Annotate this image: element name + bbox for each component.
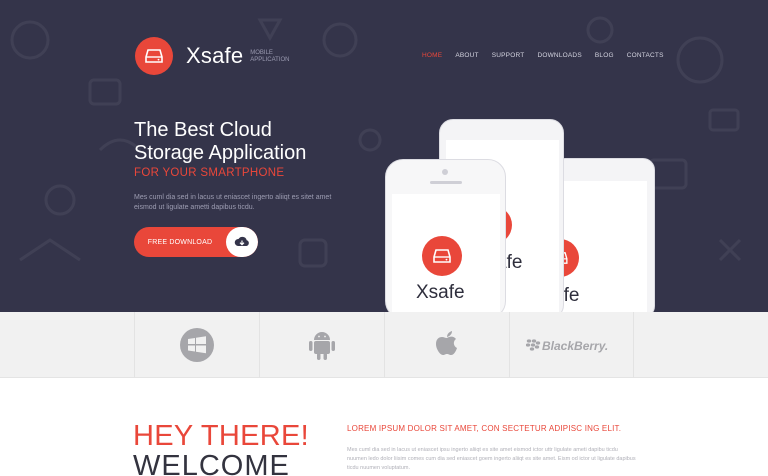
nav-item-contacts[interactable]: CONTACTS: [627, 52, 664, 59]
welcome-heading-line1: HEY THERE!: [133, 420, 309, 452]
phone-front: Xsafe: [385, 159, 506, 320]
nav-item-about[interactable]: ABOUT: [455, 52, 478, 59]
welcome-subheading: LOREM IPSUM DOLOR SIT AMET, CON SECTETUR…: [347, 424, 622, 433]
tablet-right: afe: [553, 158, 655, 321]
platform-apple[interactable]: [384, 312, 508, 378]
hero-subtitle: FOR YOUR SMARTPHONE: [134, 167, 285, 179]
nav-item-support[interactable]: SUPPORT: [492, 52, 525, 59]
platforms-bar: BlackBerry.: [0, 312, 768, 378]
welcome-heading-line2: WELCOME: [133, 450, 290, 476]
phone-camera: [442, 169, 448, 175]
phone-front-screen: Xsafe: [392, 194, 500, 320]
app-logo-icon: [422, 236, 462, 276]
hero-title: The Best Cloud Storage Application: [134, 119, 306, 165]
main-nav: HOME ABOUT SUPPORT DOWNLOADS BLOG CONTAC…: [422, 52, 677, 59]
apple-icon: [435, 331, 457, 355]
platform-blackberry[interactable]: BlackBerry.: [509, 312, 633, 378]
hero-title-line2: Storage Application: [134, 142, 307, 164]
windows-icon: [179, 328, 214, 362]
nav-item-downloads[interactable]: DOWNLOADS: [537, 52, 581, 59]
cloud-download-icon: [226, 227, 258, 257]
platform-divider-end: [633, 312, 634, 378]
blackberry-icon: BlackBerry.: [525, 339, 608, 353]
hard-drive-icon: [135, 37, 173, 75]
hero-description: Mes cuml dia sed in lacus ut eniascet in…: [134, 194, 332, 211]
phone-speaker: [430, 181, 462, 184]
free-download-button[interactable]: FREE DOWNLOAD: [134, 227, 258, 257]
download-button-label: FREE DOWNLOAD: [147, 238, 213, 246]
platform-android[interactable]: [259, 312, 383, 378]
android-icon: [308, 332, 335, 360]
brand-tagline: MOBILE APPLICATION: [250, 50, 290, 63]
platform-windows[interactable]: [134, 312, 258, 378]
brand-logo[interactable]: Xsafe MOBILE APPLICATION: [135, 37, 310, 75]
app-name-front: Xsafe: [416, 282, 465, 303]
hero-title-line1: The Best Cloud: [134, 119, 272, 141]
brand-name: Xsafe: [186, 43, 244, 68]
welcome-body-text: Mes cuml dia sed in lacus ut eniascet ip…: [347, 447, 636, 471]
tablet-right-screen: afe: [561, 181, 647, 321]
nav-item-home[interactable]: HOME: [422, 52, 442, 59]
svg-text:BlackBerry.: BlackBerry.: [542, 339, 608, 353]
nav-item-blog[interactable]: BLOG: [595, 52, 614, 59]
